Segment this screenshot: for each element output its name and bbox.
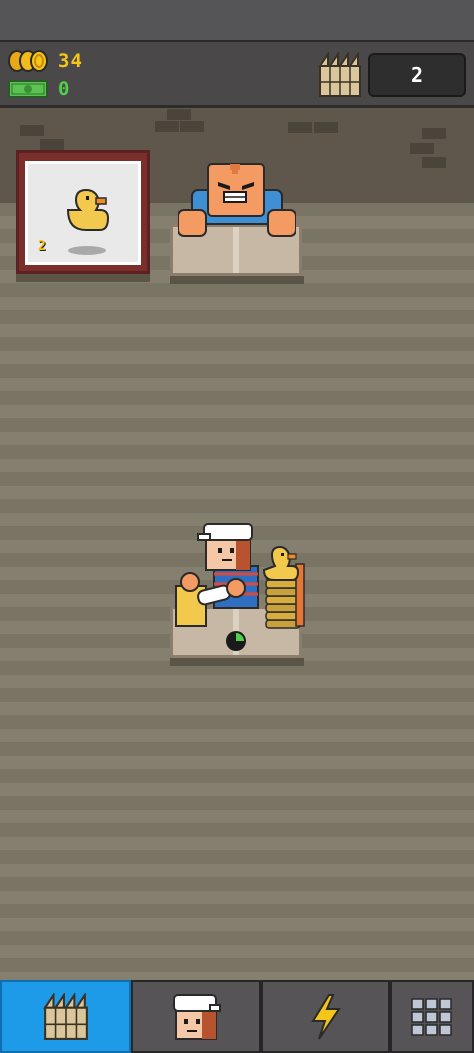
worker-icon [173, 993, 221, 1040]
angry-customer[interactable] [178, 162, 296, 238]
customer-desk-shadow [170, 276, 304, 284]
grid-icon [411, 997, 452, 1036]
worker-character[interactable] [174, 522, 268, 632]
factory-icon[interactable] [318, 50, 362, 102]
tab-factory[interactable] [0, 980, 131, 1053]
coins-value: 34 [58, 50, 83, 72]
display-case[interactable]: 2 [16, 150, 150, 274]
top-strip [0, 0, 474, 42]
level-indicator[interactable]: 2 [368, 53, 466, 97]
display-count: 2 [38, 239, 46, 254]
coins-icon [8, 50, 48, 72]
tab-menu[interactable] [390, 980, 474, 1053]
cash-icon [8, 80, 48, 98]
display-panel: 2 [25, 161, 141, 265]
rubber-duck-icon [66, 188, 110, 231]
coin-counter: 34 [8, 50, 83, 72]
level-value: 2 [410, 63, 424, 87]
cash-counter: 0 [8, 78, 71, 100]
tab-workers[interactable] [131, 980, 261, 1053]
worker-desk-shadow [170, 658, 304, 666]
cash-value: 0 [58, 78, 71, 100]
duck-shadow [68, 246, 106, 255]
factory-icon [42, 992, 88, 1040]
tab-bar [0, 980, 474, 1053]
progress-timer-icon [226, 631, 246, 651]
duck-stack [262, 545, 305, 629]
tab-boosts[interactable] [261, 980, 390, 1053]
lightning-icon [310, 993, 341, 1040]
